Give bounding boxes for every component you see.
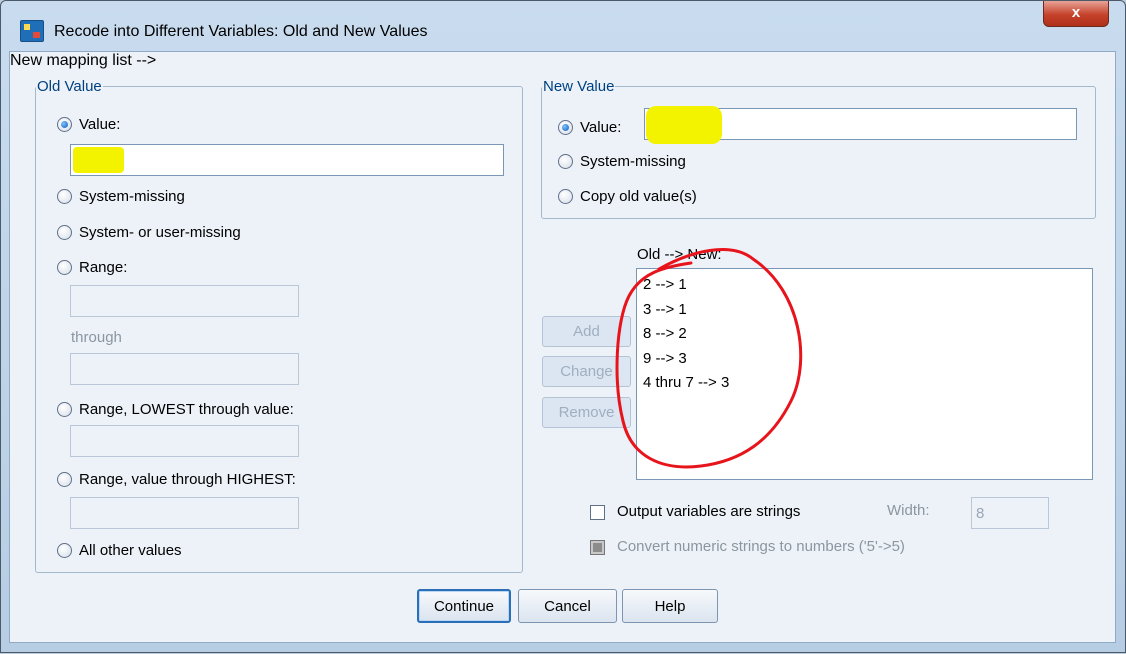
radio-icon [57, 543, 72, 558]
old-new-listbox[interactable]: 2 --> 13 --> 18 --> 29 --> 34 thru 7 -->… [636, 268, 1093, 480]
range-highest-radio[interactable]: Range, value through HIGHEST: [57, 471, 296, 488]
old-new-list: 2 --> 13 --> 18 --> 29 --> 34 thru 7 -->… [637, 269, 1092, 400]
range-lowest-radio[interactable]: Range, LOWEST through value: [57, 401, 294, 418]
range-from-input[interactable] [70, 285, 299, 317]
output-strings-checkbox[interactable] [590, 505, 605, 520]
cancel-button[interactable]: Cancel [518, 589, 617, 623]
width-label: Width: [887, 502, 930, 519]
radio-icon [57, 260, 72, 275]
continue-button[interactable]: Continue [417, 589, 511, 623]
add-button[interactable]: Add [542, 316, 631, 347]
old-value-radio-label: Value: [79, 116, 121, 133]
radio-icon [558, 189, 573, 204]
radio-icon [57, 189, 72, 204]
old-value-radio[interactable]: Value: [57, 116, 120, 133]
system-or-user-missing-label: System- or user-missing [79, 224, 241, 241]
mapping-item[interactable]: 4 thru 7 --> 3 [643, 371, 1086, 396]
old-system-missing-radio[interactable]: System-missing [57, 188, 185, 205]
old-value-legend: Old Value [37, 78, 102, 95]
through-label: through [71, 329, 122, 346]
output-strings-label: Output variables are strings [617, 503, 801, 520]
dialog-window: Recode into Different Variables: Old and… [0, 0, 1126, 653]
new-value-radio[interactable]: Value: [558, 119, 621, 136]
old-system-missing-label: System-missing [79, 188, 185, 205]
mapping-item[interactable]: 9 --> 3 [643, 347, 1086, 372]
new-value-radio-label: Value: [580, 119, 622, 136]
all-other-values-label: All other values [79, 542, 182, 559]
remove-button[interactable]: Remove [542, 397, 631, 428]
width-input[interactable] [971, 497, 1049, 529]
mapping-item[interactable]: 3 --> 1 [643, 298, 1086, 323]
dialog-body: Old Value Value: System-missing System- … [9, 51, 1116, 643]
yellow-highlight-mark [73, 147, 124, 173]
radio-checked-icon [558, 120, 573, 135]
range-lowest-input[interactable] [70, 425, 299, 457]
spss-app-icon [20, 20, 44, 42]
mapping-item[interactable]: 2 --> 1 [643, 273, 1086, 298]
new-value-legend: New Value [543, 78, 615, 95]
range-highest-input[interactable] [70, 497, 299, 529]
convert-numeric-checkbox[interactable] [590, 540, 605, 555]
range-radio[interactable]: Range: [57, 259, 127, 276]
radio-checked-icon [57, 117, 72, 132]
radio-icon [57, 225, 72, 240]
range-to-input[interactable] [70, 353, 299, 385]
new-system-missing-radio[interactable]: System-missing [558, 153, 686, 170]
close-button[interactable]: x [1043, 1, 1109, 27]
radio-icon [57, 472, 72, 487]
range-label: Range: [79, 259, 128, 276]
window-title: Recode into Different Variables: Old and… [54, 23, 428, 40]
system-or-user-missing-radio[interactable]: System- or user-missing [57, 224, 241, 241]
copy-old-value-label: Copy old value(s) [580, 188, 697, 205]
old-value-input[interactable] [70, 144, 504, 176]
change-button[interactable]: Change [542, 356, 631, 387]
old-new-header: Old --> New: [637, 246, 722, 263]
yellow-highlight-mark [646, 106, 722, 144]
copy-old-value-radio[interactable]: Copy old value(s) [558, 188, 697, 205]
mapping-item[interactable]: 8 --> 2 [643, 322, 1086, 347]
all-other-values-radio[interactable]: All other values [57, 542, 182, 559]
radio-icon [558, 154, 573, 169]
radio-icon [57, 402, 72, 417]
range-highest-label: Range, value through HIGHEST: [79, 471, 296, 488]
help-button[interactable]: Help [622, 589, 718, 623]
convert-numeric-label: Convert numeric strings to numbers ('5'-… [617, 538, 905, 555]
new-system-missing-label: System-missing [580, 153, 686, 170]
title-bar[interactable]: Recode into Different Variables: Old and… [1, 1, 1125, 42]
range-lowest-label: Range, LOWEST through value: [79, 401, 294, 418]
